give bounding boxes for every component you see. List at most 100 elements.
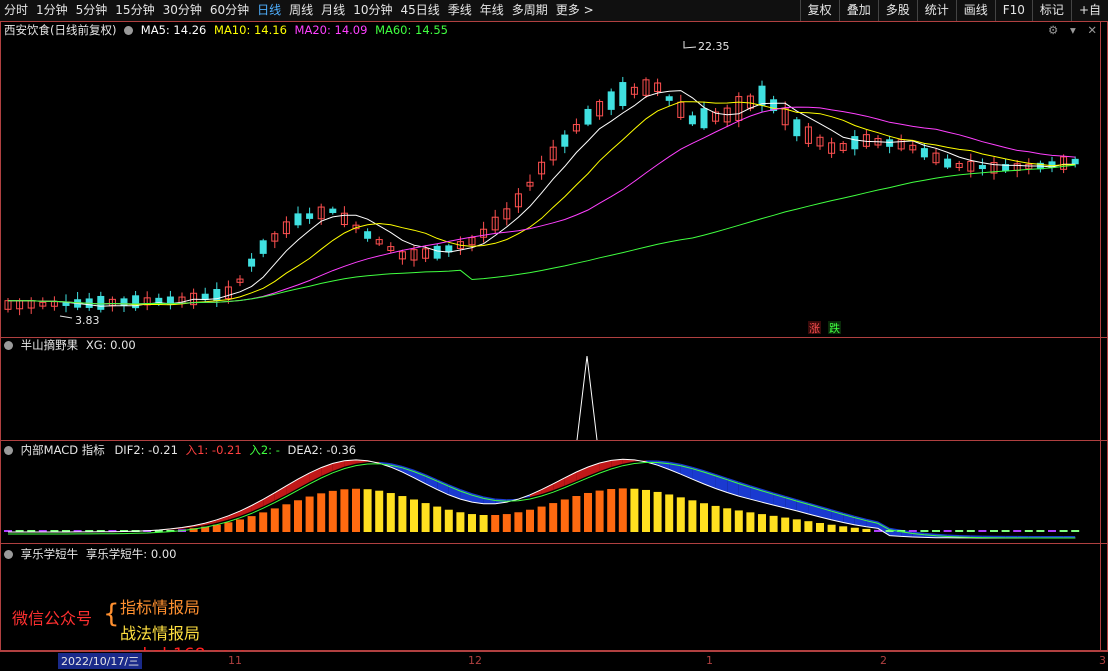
- panel2-name[interactable]: 半山摘野果: [21, 338, 79, 352]
- ma20-line: [8, 107, 1075, 304]
- axis-tick-11: 11: [228, 654, 242, 667]
- panel2-title: 半山摘野果 XG: 0.00: [4, 338, 136, 352]
- macd-histogram-bar: [851, 528, 859, 532]
- macd-histogram-bar: [793, 519, 801, 532]
- window-controls: ⚙ ▾ ✕: [1048, 23, 1097, 37]
- macd-histogram-bar: [688, 500, 696, 532]
- kline-down-candle: [666, 97, 672, 101]
- macd-histogram-bar: [770, 516, 778, 532]
- macd-histogram-bar: [514, 512, 522, 532]
- macd-histogram-bar: [317, 493, 325, 532]
- macd-red-fill: [252, 499, 264, 511]
- macd-histogram-bar: [920, 530, 928, 532]
- macd-histogram-bar: [364, 489, 372, 532]
- main-panel-title: 西安饮食(日线前复权) MA5: 14.26 MA10: 14.16 MA20:…: [4, 23, 448, 37]
- macd-histogram-bar: [584, 493, 592, 532]
- kline-down-candle: [979, 166, 985, 169]
- dif2-value: DIF2: -0.21: [114, 443, 177, 457]
- date-axis: 2022/10/17/三 11 12 1 2 3: [0, 651, 1108, 671]
- macd-red-fill: [298, 473, 310, 488]
- macd-histogram-bar: [561, 499, 569, 532]
- macd-histogram-bar: [572, 496, 580, 532]
- macd-histogram-bar: [723, 508, 731, 532]
- kline-down-candle: [794, 120, 800, 136]
- macd-histogram-bar: [990, 530, 998, 532]
- macd-histogram-bar: [944, 530, 952, 532]
- macd-histogram-bar: [224, 522, 232, 532]
- macd-histogram-bar: [1071, 530, 1079, 532]
- kline-down-candle: [260, 241, 266, 254]
- macd-red-fill: [286, 479, 298, 494]
- macd-histogram-bar: [375, 491, 383, 532]
- macd-blue-fill: [414, 470, 426, 484]
- ma60-value: MA60: 14.55: [375, 23, 448, 37]
- panel3-settings-icon[interactable]: [4, 446, 13, 455]
- kline-down-candle: [249, 259, 255, 266]
- low-price-pointer: [60, 316, 72, 318]
- panel3-title: 内部MACD 指标 DIF2: -0.21 入1: -0.21 入2: - DE…: [4, 443, 356, 457]
- macd-histogram-bar: [1002, 530, 1010, 532]
- up-badge: 涨: [809, 322, 820, 335]
- close-icon[interactable]: ✕: [1087, 23, 1097, 37]
- macd-histogram-bar: [1013, 530, 1021, 532]
- kline-down-candle: [562, 135, 568, 146]
- macd-histogram-bar: [526, 510, 534, 532]
- kline-down-candle: [1072, 159, 1078, 163]
- axis-tick-2: 2: [880, 654, 887, 667]
- panel2-settings-icon[interactable]: [4, 341, 13, 350]
- macd-histogram-bar: [677, 497, 685, 532]
- xg-signal-spike: [577, 356, 597, 440]
- axis-tick-12: 12: [468, 654, 482, 667]
- macd-histogram-bar: [816, 523, 824, 532]
- kline-down-candle: [701, 109, 707, 128]
- macd-histogram-bar: [828, 525, 836, 532]
- panel2-xg-value: XG: 0.00: [86, 338, 136, 352]
- dea2-value: DEA2: -0.36: [288, 443, 357, 457]
- ma5-value: MA5: 14.26: [141, 23, 207, 37]
- macd-histogram-bar: [352, 489, 360, 532]
- in2-value: 入2: -: [249, 443, 280, 457]
- macd-histogram-bar: [410, 499, 418, 532]
- macd-histogram-bar: [596, 491, 604, 532]
- macd-blue-fill: [658, 460, 670, 469]
- panel4-settings-icon[interactable]: [4, 550, 13, 559]
- macd-histogram-bar: [607, 489, 615, 532]
- macd-histogram-bar: [619, 488, 627, 532]
- watermark-line2: 战法情报局: [120, 620, 200, 644]
- kline-down-candle: [759, 86, 765, 105]
- macd-histogram-bar: [259, 512, 267, 532]
- axis-tick-3: 3: [1099, 654, 1106, 667]
- kline-down-candle: [365, 232, 371, 239]
- macd-histogram-bar: [712, 506, 720, 532]
- macd-histogram-bar: [445, 510, 453, 532]
- kline-down-candle: [295, 214, 301, 225]
- macd-histogram-bar: [932, 530, 940, 532]
- panel4-name[interactable]: 享乐学短牛: [21, 547, 79, 561]
- macd-histogram-bar: [433, 507, 441, 532]
- kline-down-candle: [620, 83, 626, 106]
- stock-title[interactable]: 西安饮食(日线前复权): [4, 23, 116, 37]
- macd-histogram-bar: [804, 521, 812, 532]
- gear-icon[interactable]: ⚙: [1048, 23, 1058, 37]
- macd-histogram-bar: [630, 489, 638, 532]
- down-badge: 跌: [829, 321, 840, 335]
- panel3-name[interactable]: 内部MACD 指标: [21, 443, 105, 457]
- macd-histogram-bar: [538, 507, 546, 532]
- ma60-line: [8, 165, 1075, 304]
- macd-histogram-bar: [735, 510, 743, 532]
- kline-down-candle: [98, 296, 104, 309]
- macd-histogram-bar: [909, 530, 917, 532]
- macd-histogram-bar: [387, 493, 395, 532]
- chevron-down-icon[interactable]: ▾: [1070, 23, 1076, 37]
- macd-histogram-bar: [398, 496, 406, 532]
- macd-histogram-bar: [839, 526, 847, 532]
- kline-down-candle: [608, 92, 614, 109]
- macd-histogram-bar: [781, 518, 789, 532]
- kline-down-candle: [887, 140, 893, 147]
- macd-histogram-bar: [654, 492, 662, 532]
- kline-down-candle: [585, 109, 591, 124]
- settings-icon[interactable]: [124, 26, 133, 35]
- kline-down-candle: [446, 246, 452, 252]
- ma20-value: MA20: 14.09: [295, 23, 368, 37]
- macd-red-fill: [263, 493, 275, 507]
